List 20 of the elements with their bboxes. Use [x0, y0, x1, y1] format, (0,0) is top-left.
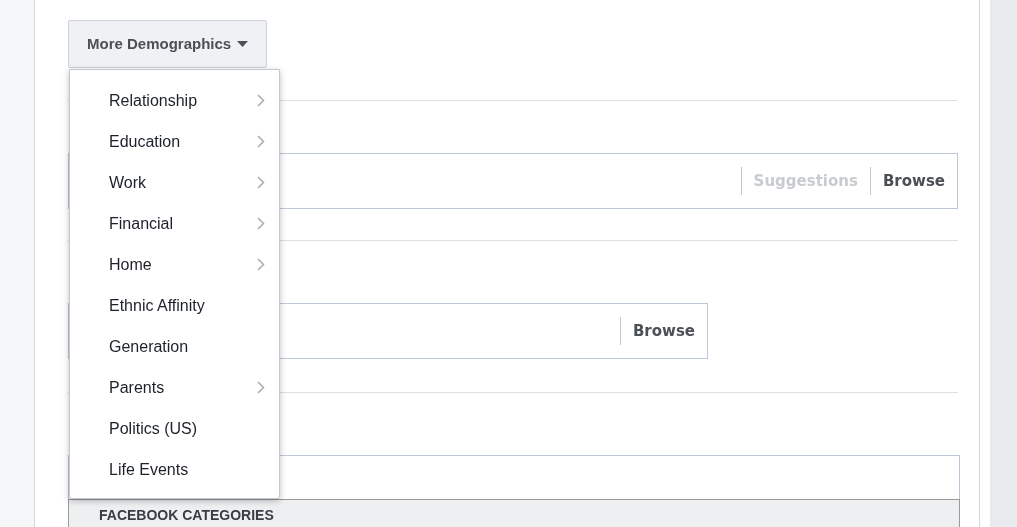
menu-item[interactable]: Life Events: [70, 449, 279, 490]
menu-item[interactable]: Politics (US): [70, 408, 279, 449]
menu-item-label: Politics (US): [109, 418, 197, 439]
categories-header: FACEBOOK CATEGORIES: [68, 499, 960, 527]
menu-item-label: Work: [109, 172, 147, 193]
menu-item[interactable]: Parents: [70, 367, 279, 408]
dropdown-button[interactable]: More Demographics: [68, 20, 268, 68]
menu-item-label: Financial: [109, 213, 174, 234]
menu-item[interactable]: Relationship: [70, 80, 279, 121]
browse-link[interactable]: Browse: [632, 319, 695, 343]
caret-icon: [237, 41, 249, 47]
menu-item-label: Education: [109, 131, 181, 152]
menu-item[interactable]: Home: [70, 244, 279, 285]
menu-item-label: Parents: [109, 377, 165, 398]
menu-item[interactable]: Work: [70, 162, 279, 203]
menu-item-label: Relationship: [109, 90, 198, 111]
browse-link[interactable]: Browse: [882, 169, 945, 193]
menu-item-label: Generation: [109, 336, 189, 357]
menu-item-label: Life Events: [109, 459, 189, 480]
menu-item-label: Home: [109, 254, 152, 275]
